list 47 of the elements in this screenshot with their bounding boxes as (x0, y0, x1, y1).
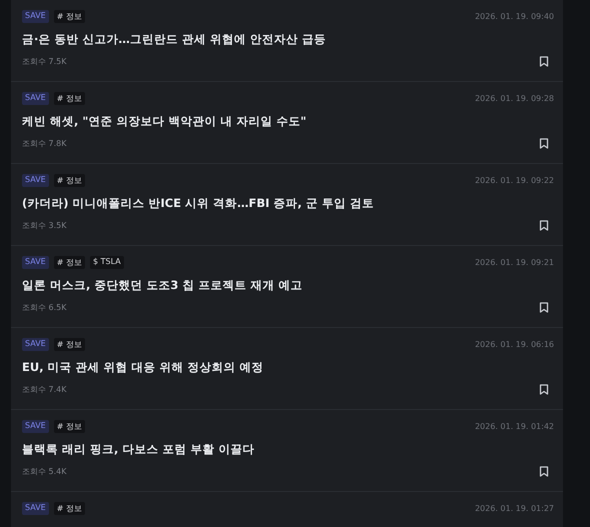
tag-chip[interactable]: # 정보 (54, 420, 85, 432)
post-title[interactable]: EU, 미국 관세 위협 대응 위해 정상회의 예정 (22, 360, 554, 375)
post-card[interactable]: SAVE # 정보 2026. 01. 19. 09:40 금·은 동반 신고가…그린란드 관세 위협에 안전자산 급등 조회수 7.5K (11, 0, 563, 82)
post-title[interactable]: 케빈 해셋, "연준 의장보다 백악관이 내 자리일 수도" (22, 114, 554, 129)
save-badge: SAVE (22, 92, 49, 104)
save-badge: SAVE (22, 256, 49, 268)
view-count: 조회수 7.8K (22, 138, 67, 149)
save-badge: SAVE (22, 502, 49, 514)
tag-chip[interactable]: $ TSLA (90, 256, 124, 268)
bookmark-icon[interactable] (539, 466, 549, 477)
post-card[interactable]: SAVE # 정보 $ TSLA 2026. 01. 19. 09:21 일론 머스크, 중단했던 도조3 칩 프로젝트 재개 예고 조회수 6.5K (11, 246, 563, 328)
post-card[interactable]: SAVE # 정보 2026. 01. 19. 09:28 케빈 해셋, "연준 의장보다 백악관이 내 자리일 수도" 조회수 7.8K (11, 82, 563, 164)
post-date: 2026. 01. 19. 09:28 (474, 94, 554, 102)
tag-chip[interactable]: # 정보 (54, 256, 85, 268)
post-title[interactable]: 블랙록 래리 핑크, 다보스 포럼 부활 이끌다 (22, 442, 554, 457)
post-card[interactable]: SAVE # 정보 2026. 01. 19. 09:22 (카더라) 미니애폴리스 반ICE 시위 격화…FBI 증파, 군 투입 검토 조회수 3.5K (11, 164, 563, 246)
post-date: 2026. 01. 19. 09:22 (474, 176, 554, 184)
view-count: 조회수 7.4K (22, 384, 67, 395)
tag-chip[interactable]: # 정보 (54, 502, 85, 514)
post-card[interactable]: SAVE # 정보 2026. 01. 19. 01:42 블랙록 래리 핑크, 다보스 포럼 부활 이끌다 조회수 5.4K (11, 410, 563, 492)
bookmark-icon[interactable] (539, 384, 549, 395)
post-title[interactable]: (카더라) 미니애폴리스 반ICE 시위 격화…FBI 증파, 군 투입 검토 (22, 196, 554, 211)
tag-chip[interactable]: # 정보 (54, 174, 85, 186)
post-date: 2026. 01. 19. 06:16 (474, 340, 554, 348)
post-card[interactable]: SAVE # 정보 2026. 01. 19. 01:27 (11, 492, 563, 527)
bookmark-icon[interactable] (539, 138, 549, 149)
save-badge: SAVE (22, 420, 49, 432)
view-count: 조회수 6.5K (22, 302, 67, 313)
view-count: 조회수 3.5K (22, 220, 67, 231)
post-card[interactable]: SAVE # 정보 2026. 01. 19. 06:16 EU, 미국 관세 위협 대응 위해 정상회의 예정 조회수 7.4K (11, 328, 563, 410)
tag-chip[interactable]: # 정보 (54, 92, 85, 104)
post-date: 2026. 01. 19. 09:40 (474, 12, 554, 20)
bookmark-icon[interactable] (539, 220, 549, 231)
post-date: 2026. 01. 19. 01:42 (474, 422, 554, 430)
post-date: 2026. 01. 19. 01:27 (474, 504, 554, 512)
post-title[interactable]: 일론 머스크, 중단했던 도조3 칩 프로젝트 재개 예고 (22, 278, 554, 293)
bookmark-icon[interactable] (539, 56, 549, 67)
bookmark-icon[interactable] (539, 302, 549, 313)
tag-chip[interactable]: # 정보 (54, 10, 85, 22)
save-badge: SAVE (22, 10, 49, 22)
post-title[interactable]: 금·은 동반 신고가…그린란드 관세 위협에 안전자산 급등 (22, 32, 554, 47)
view-count: 조회수 5.4K (22, 466, 67, 477)
post-date: 2026. 01. 19. 09:21 (474, 258, 554, 266)
save-badge: SAVE (22, 174, 49, 186)
tag-chip[interactable]: # 정보 (54, 338, 85, 350)
save-badge: SAVE (22, 338, 49, 350)
view-count: 조회수 7.5K (22, 56, 67, 67)
